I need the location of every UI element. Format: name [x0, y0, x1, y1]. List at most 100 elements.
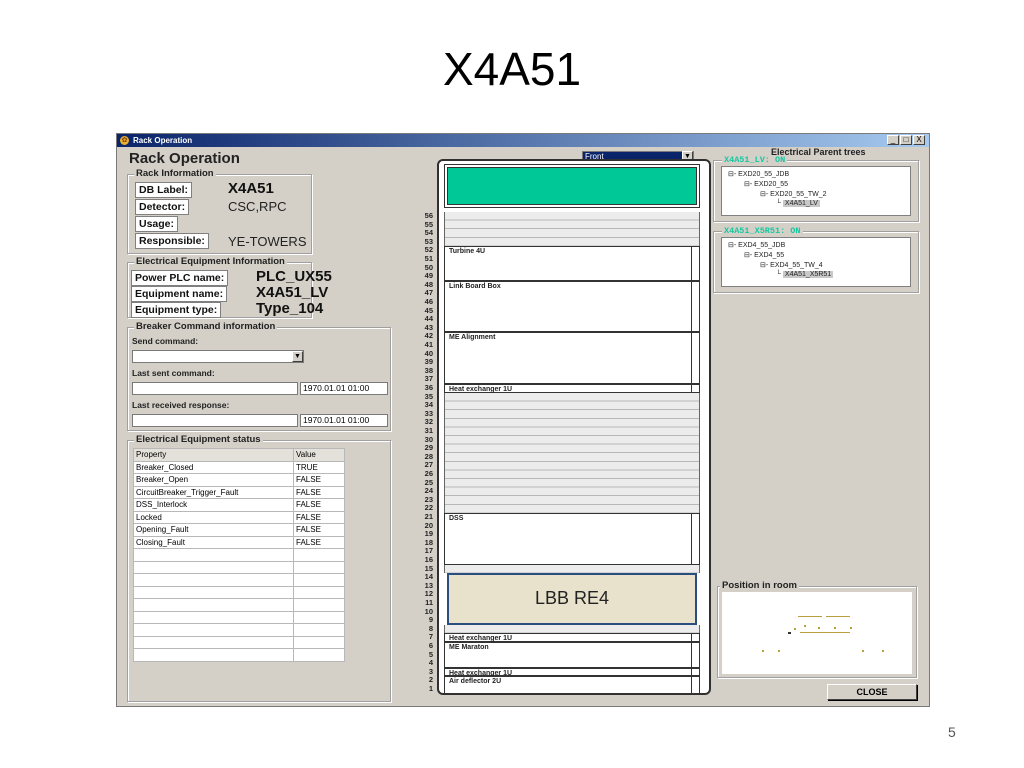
table-row[interactable]: Closing_Fault FALSE — [133, 535, 345, 549]
empty-rack-units — [444, 392, 700, 513]
tree1: ⊟- EXD20_55_JDB ⊟- EXD20_55 ⊟- EXD20_55_… — [721, 166, 911, 216]
window-titlebar[interactable]: ✿ Rack Operation _ □ X — [117, 134, 929, 147]
table-row[interactable]: Locked FALSE — [133, 510, 345, 524]
table-row[interactable]: Breaker_Closed TRUE — [133, 460, 345, 474]
tree2-node-2[interactable]: ⊟- EXD4_55 — [744, 251, 784, 259]
rack-slot[interactable]: LBB RE4 — [447, 573, 697, 625]
value-cell — [293, 560, 345, 574]
rack-slot[interactable]: ME Alignment — [444, 332, 700, 384]
tree1-node-3[interactable]: ⊟- EXD20_55_TW_2 — [760, 190, 827, 198]
rack-slot[interactable]: Heat exchanger 1U — [444, 384, 700, 393]
table-row[interactable]: CircuitBreaker_Trigger_Fault FALSE — [133, 485, 345, 499]
value-cell — [293, 573, 345, 587]
table-row[interactable] — [133, 598, 345, 612]
property-cell: Opening_Fault — [133, 523, 294, 537]
last-sent-time: 1970.01.01 01:00 — [300, 382, 388, 395]
table-row[interactable] — [133, 573, 345, 587]
property-cell: Breaker_Open — [133, 473, 294, 487]
table-row[interactable]: DSS_Interlock FALSE — [133, 498, 345, 512]
empty-rack-units — [444, 564, 700, 574]
equipment-type-label: Equipment type: — [131, 302, 222, 318]
table-row[interactable] — [133, 610, 345, 624]
last-sent-field[interactable] — [132, 382, 298, 395]
table-row[interactable] — [133, 585, 345, 599]
equipment-name-label: Equipment name: — [131, 286, 228, 302]
rack-slot[interactable]: ME Maraton — [444, 642, 700, 668]
tree1-legend: X4A51_LV: ON — [722, 155, 788, 165]
send-command-label: Send command: — [132, 336, 199, 346]
table-row[interactable]: Breaker_Open FALSE — [133, 473, 345, 487]
tree1-node-1[interactable]: ⊟- EXD20_55_JDB — [728, 170, 789, 178]
tree2-legend: X4A51_X5R51: ON — [722, 226, 803, 236]
rack-slot-label: Link Board Box — [449, 282, 501, 290]
property-cell — [133, 585, 294, 599]
app-icon: ✿ — [120, 136, 129, 145]
tree1-node-4[interactable]: └ X4A51_LV — [776, 200, 820, 207]
equipment-type-value: Type_104 — [256, 300, 324, 317]
table-row[interactable] — [133, 648, 345, 662]
property-cell: Locked — [133, 510, 294, 524]
property-cell — [133, 548, 294, 562]
empty-rack-units — [444, 212, 700, 247]
last-received-field[interactable] — [132, 414, 298, 427]
last-sent-label: Last sent command: — [132, 368, 215, 378]
send-command-select[interactable] — [132, 350, 304, 363]
detector-label: Detector: — [135, 199, 190, 215]
responsible-label: Responsible: — [135, 233, 209, 249]
column-header-property[interactable]: Property — [133, 448, 294, 462]
property-cell — [133, 623, 294, 637]
equipment-info-group: Electrical Equipment Information Power P… — [127, 256, 332, 318]
rack-slot[interactable]: Heat exchanger 1U — [444, 667, 700, 677]
rack-operation-window: ✿ Rack Operation _ □ X Rack Operation Ra… — [116, 133, 930, 707]
property-cell — [133, 635, 294, 649]
send-command-dropdown-icon[interactable]: ▼ — [292, 351, 303, 362]
rack-slot[interactable]: DSS — [444, 513, 700, 565]
breaker-legend: Breaker Command information — [134, 321, 278, 332]
table-row[interactable] — [133, 548, 345, 562]
column-header-value[interactable]: Value — [293, 448, 345, 462]
slide-page-number: 5 — [948, 724, 956, 740]
property-cell — [133, 573, 294, 587]
value-cell — [293, 635, 345, 649]
table-row[interactable] — [133, 635, 345, 649]
rack-info-group: Rack Information DB Label: X4A51 Detecto… — [127, 168, 312, 254]
rack-slot[interactable]: Link Board Box — [444, 280, 700, 333]
tree1-node-2[interactable]: ⊟- EXD20_55 — [744, 180, 788, 188]
rack-top-block — [444, 164, 700, 208]
value-cell: FALSE — [293, 473, 345, 487]
rack-slot[interactable]: Turbine 4U — [444, 246, 700, 281]
maximize-button[interactable]: □ — [900, 135, 912, 145]
table-row[interactable] — [133, 623, 345, 637]
minimize-button[interactable]: _ — [887, 135, 899, 145]
close-button[interactable]: CLOSE — [827, 684, 917, 700]
rack-slot[interactable]: Air deflector 2U — [444, 676, 700, 694]
usage-label: Usage: — [135, 216, 179, 232]
tree2-node-1[interactable]: ⊟- EXD4_55_JDB — [728, 241, 785, 249]
property-cell — [133, 648, 294, 662]
equipment-name-value: X4A51_LV — [256, 284, 329, 301]
tree2-node-4[interactable]: └ X4A51_X5R51 — [776, 271, 834, 278]
table-row[interactable] — [133, 560, 345, 574]
rack-slot[interactable]: Heat exchanger 1U — [444, 633, 700, 642]
breaker-group: Breaker Command information Send command… — [127, 321, 391, 431]
rack-slot-label: Air deflector 2U — [449, 678, 502, 686]
property-cell — [133, 560, 294, 574]
close-window-button[interactable]: X — [913, 135, 925, 145]
rack-info-legend: Rack Information — [134, 168, 216, 179]
db-label-value: X4A51 — [228, 180, 274, 197]
property-cell: DSS_Interlock — [133, 498, 294, 512]
status-group: Electrical Equipment status Property Val… — [127, 434, 391, 702]
db-label-label: DB Label: — [135, 182, 193, 198]
tree2-node-3[interactable]: ⊟- EXD4_55_TW_4 — [760, 261, 823, 269]
last-received-time: 1970.01.01 01:00 — [300, 414, 388, 427]
responsible-value: YE-TOWERS — [228, 234, 307, 249]
value-cell: FALSE — [293, 485, 345, 499]
rack-slot-label: DSS — [449, 515, 464, 522]
rack-slot-label: LBB RE4 — [534, 588, 610, 609]
table-row[interactable]: Opening_Fault FALSE — [133, 523, 345, 537]
room-legend: Position in room — [720, 580, 799, 591]
value-cell — [293, 623, 345, 637]
room-group: Position in room — [717, 580, 917, 678]
power-plc-value: PLC_UX55 — [256, 268, 332, 285]
value-cell — [293, 610, 345, 624]
